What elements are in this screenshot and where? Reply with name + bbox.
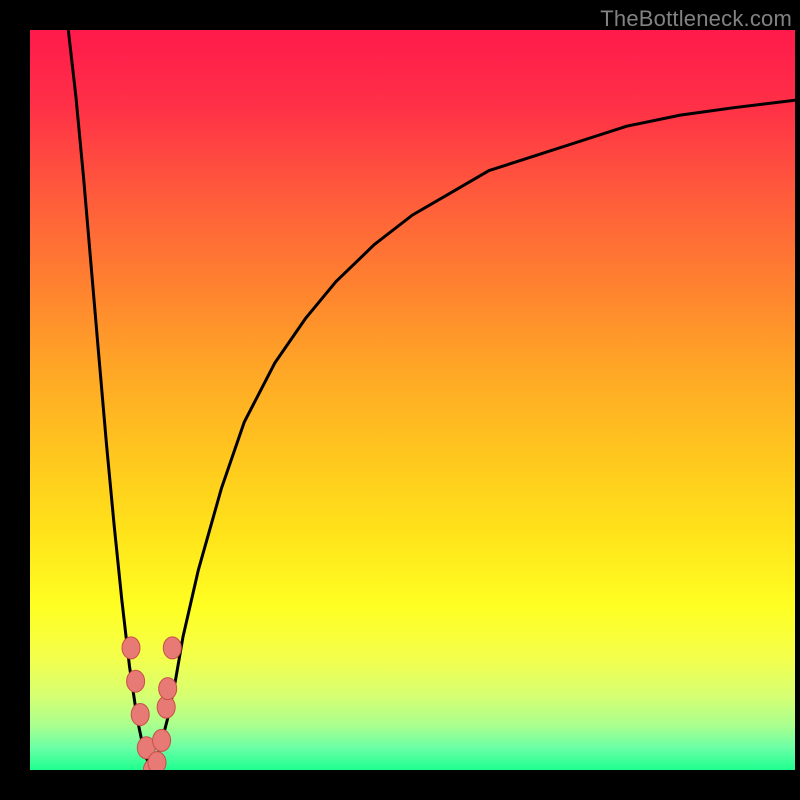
curve-svg xyxy=(30,30,795,770)
data-marker xyxy=(159,678,177,700)
curve-paths xyxy=(68,30,795,770)
watermark-text: TheBottleneck.com xyxy=(600,6,792,32)
data-marker xyxy=(127,670,145,692)
curve-right-branch xyxy=(152,100,795,770)
data-markers xyxy=(122,637,181,770)
curve-left-branch xyxy=(68,30,152,770)
chart-frame: TheBottleneck.com xyxy=(0,0,800,800)
data-marker xyxy=(153,729,171,751)
data-marker xyxy=(148,752,166,770)
plot-area xyxy=(30,30,795,770)
data-marker xyxy=(131,704,149,726)
data-marker xyxy=(122,637,140,659)
data-marker xyxy=(163,637,181,659)
